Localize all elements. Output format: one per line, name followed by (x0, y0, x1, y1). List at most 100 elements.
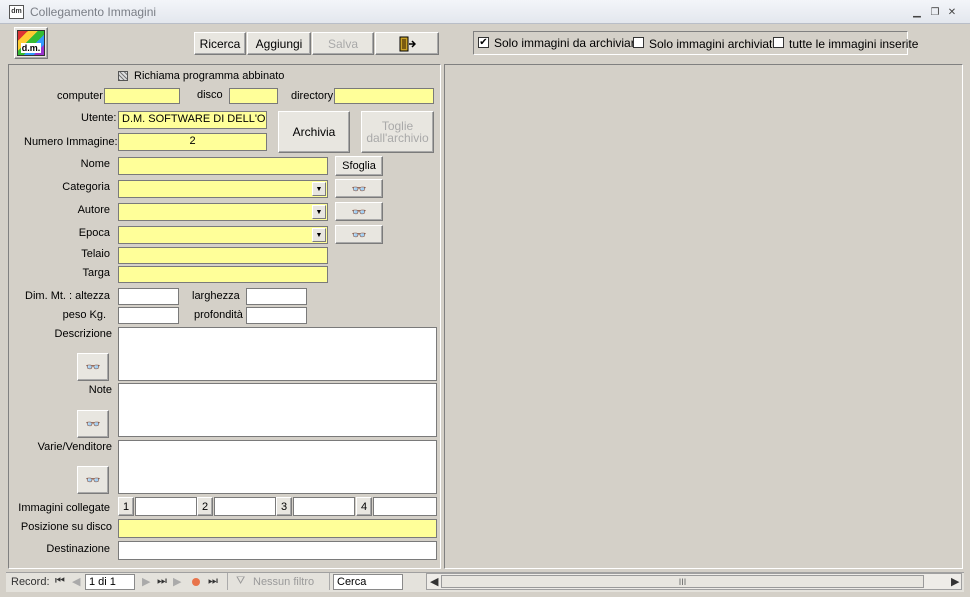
prev-record-icon[interactable]: ◀ (72, 575, 80, 588)
new-record-icon[interactable]: ▶ (173, 575, 181, 588)
close-icon[interactable]: ✕ (946, 7, 958, 18)
destinazione-field[interactable] (118, 541, 437, 560)
link-1-button[interactable]: 1 (118, 497, 134, 516)
link-1-field[interactable] (135, 497, 197, 516)
ricerca-button[interactable]: Ricerca (194, 32, 246, 55)
autore-lookup-button[interactable]: 👓 (335, 202, 383, 221)
salva-button[interactable]: Salva (312, 32, 374, 55)
cerca-input[interactable]: Cerca (333, 574, 403, 590)
scroll-left-icon[interactable]: ◀ (430, 575, 438, 588)
richiama-label: Richiama programma abbinato (134, 70, 285, 82)
chevron-down-icon[interactable]: ▼ (312, 205, 326, 219)
autore-label: Autore (77, 204, 110, 216)
exit-door-icon (399, 36, 416, 51)
first-record-icon[interactable]: ⏮ (55, 575, 65, 588)
note-zoom-button[interactable]: 👓 (77, 410, 109, 438)
utente-label: Utente: (81, 112, 117, 124)
tutte-inserite-label: tutte le immagini inserite (789, 37, 919, 51)
divider (329, 573, 330, 590)
autore-combo[interactable]: ▼ (118, 203, 328, 221)
categoria-combo[interactable]: ▼ (118, 180, 328, 198)
nome-label: Nome (80, 158, 110, 170)
restore-icon[interactable]: ❐ (929, 7, 941, 18)
next-record-icon[interactable]: ▶ (142, 575, 150, 588)
chevron-down-icon[interactable]: ▼ (312, 228, 326, 242)
solo-da-archiviare-checkbox[interactable]: ✔ (478, 37, 489, 48)
link-4-field[interactable] (373, 497, 437, 516)
altezza-field[interactable] (118, 288, 179, 305)
new-blank-record-icon[interactable]: ⏭ (208, 575, 218, 588)
exit-button[interactable] (375, 32, 439, 55)
aggiungi-button[interactable]: Aggiungi (247, 32, 311, 55)
window-title: Collegamento Immagini (30, 5, 157, 19)
varie-textarea[interactable] (118, 440, 437, 494)
glasses-icon: 👓 (85, 473, 101, 487)
glasses-icon: 👓 (85, 417, 101, 431)
profondita-field[interactable] (246, 307, 307, 324)
scroll-right-icon[interactable]: ▶ (951, 575, 959, 588)
solo-archiviate-label: Solo immagini archiviate (649, 37, 780, 51)
note-textarea[interactable] (118, 383, 437, 437)
computer-field[interactable] (104, 88, 180, 104)
epoca-lookup-button[interactable]: 👓 (335, 225, 383, 244)
logo-text: d.m. (20, 43, 42, 53)
glasses-icon: 👓 (351, 227, 367, 242)
last-record-icon[interactable]: ⏭ (157, 575, 167, 588)
link-3-field[interactable] (293, 497, 355, 516)
logo-button[interactable]: d.m. (14, 27, 48, 59)
peso-field[interactable] (118, 307, 179, 324)
link-4-button[interactable]: 4 (356, 497, 372, 516)
solo-da-archiviare-label: Solo immagini da archiviare (494, 36, 642, 50)
descrizione-textarea[interactable] (118, 327, 437, 381)
togli-archivio-button[interactable]: Toglie dall'archivio (361, 111, 434, 153)
directory-field[interactable] (334, 88, 434, 104)
larghezza-label: larghezza (192, 290, 240, 302)
telaio-label: Telaio (81, 248, 110, 260)
glasses-icon: 👓 (351, 181, 367, 196)
note-label: Note (88, 384, 112, 396)
link-2-button[interactable]: 2 (197, 497, 213, 516)
descrizione-zoom-button[interactable]: 👓 (77, 353, 109, 381)
epoca-combo[interactable]: ▼ (118, 226, 328, 244)
sfoglia-button[interactable]: Sfoglia (335, 156, 383, 176)
numero-immagine-field[interactable]: 2 (118, 133, 267, 151)
filter-icon: ⛛ (236, 575, 246, 587)
link-3-button[interactable]: 3 (276, 497, 292, 516)
record-position-input[interactable]: 1 di 1 (85, 574, 135, 590)
nessun-filtro-label[interactable]: Nessun filtro (253, 576, 314, 588)
tutte-inserite-checkbox[interactable] (773, 37, 784, 48)
utente-field[interactable]: D.M. SOFTWARE DI DELL'O (118, 111, 267, 129)
disco-label: disco (197, 89, 223, 101)
record-label: Record: (11, 576, 50, 588)
targa-field[interactable] (118, 266, 328, 283)
dm-logo-icon: d.m. (17, 30, 45, 56)
targa-label: Targa (82, 267, 110, 279)
numero-immagine-label: Numero Immagine: (24, 136, 118, 148)
new-record-star-icon (192, 578, 200, 586)
profondita-label: profondità (194, 309, 243, 321)
nome-field[interactable] (118, 157, 328, 175)
categoria-label: Categoria (62, 181, 110, 193)
posizione-label: Posizione su disco (20, 521, 112, 533)
image-preview-panel (444, 64, 963, 569)
destinazione-label: Destinazione (46, 543, 110, 555)
telaio-field[interactable] (118, 247, 328, 264)
disco-field[interactable] (229, 88, 278, 104)
larghezza-field[interactable] (246, 288, 307, 305)
epoca-label: Epoca (78, 227, 110, 239)
glasses-icon: 👓 (85, 360, 101, 374)
richiama-checkbox[interactable] (118, 71, 128, 81)
varie-zoom-button[interactable]: 👓 (77, 466, 109, 494)
peso-label: peso Kg. (62, 309, 106, 321)
dim-altezza-label: Dim. Mt. : altezza (25, 290, 110, 302)
computer-label: computer (57, 90, 103, 102)
archivia-button[interactable]: Archivia (278, 111, 350, 153)
solo-archiviate-checkbox[interactable] (633, 37, 644, 48)
posizione-field[interactable] (118, 519, 437, 538)
scroll-thumb[interactable]: III (441, 575, 924, 588)
chevron-down-icon[interactable]: ▼ (312, 182, 326, 196)
categoria-lookup-button[interactable]: 👓 (335, 179, 383, 198)
directory-label: directory (291, 90, 334, 102)
minimize-icon[interactable]: ▁ (911, 7, 923, 18)
link-2-field[interactable] (214, 497, 276, 516)
